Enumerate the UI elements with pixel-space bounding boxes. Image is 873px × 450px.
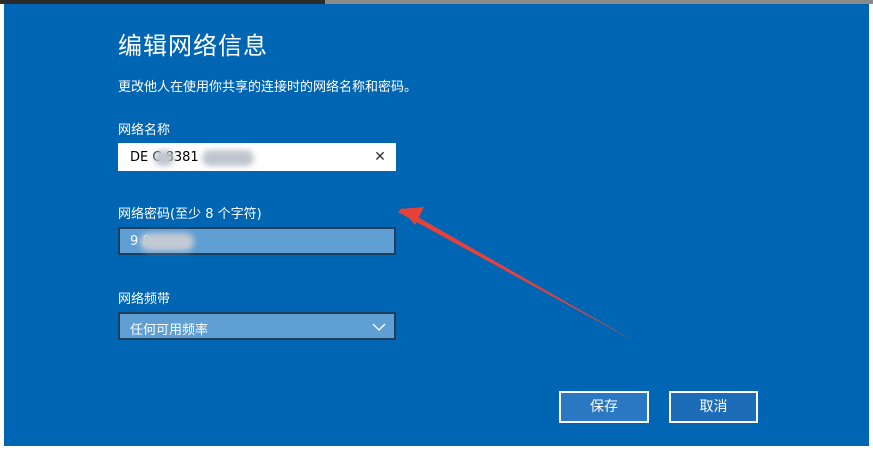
network-band-select[interactable]: 任何可用频率 xyxy=(118,312,396,340)
screenshot-page: 编辑网络信息 更改他人在使用你共享的连接时的网络名称和密码。 网络名称 DE C… xyxy=(0,0,873,450)
network-password-label: 网络密码(至少 8 个字符) xyxy=(118,207,262,222)
cancel-button[interactable]: 取消 xyxy=(669,391,758,423)
network-band-selected-value: 任何可用频率 xyxy=(130,323,209,338)
edit-network-dialog: 编辑网络信息 更改他人在使用你共享的连接时的网络名称和密码。 网络名称 DE C… xyxy=(4,4,869,446)
redaction-blur xyxy=(202,150,254,166)
redaction-blur xyxy=(154,150,174,166)
redaction-blur xyxy=(140,233,194,251)
save-button[interactable]: 保存 xyxy=(559,391,649,423)
network-name-input[interactable]: DE C 8381 ✕ xyxy=(118,143,396,171)
chevron-down-icon xyxy=(372,323,386,331)
network-band-label: 网络频带 xyxy=(118,292,171,307)
dialog-title: 编辑网络信息 xyxy=(118,32,268,60)
network-password-input[interactable]: 9 8, xyxy=(118,227,396,255)
network-name-label: 网络名称 xyxy=(118,123,171,138)
close-icon[interactable]: ✕ xyxy=(372,148,388,166)
dialog-description: 更改他人在使用你共享的连接时的网络名称和密码。 xyxy=(118,80,418,95)
